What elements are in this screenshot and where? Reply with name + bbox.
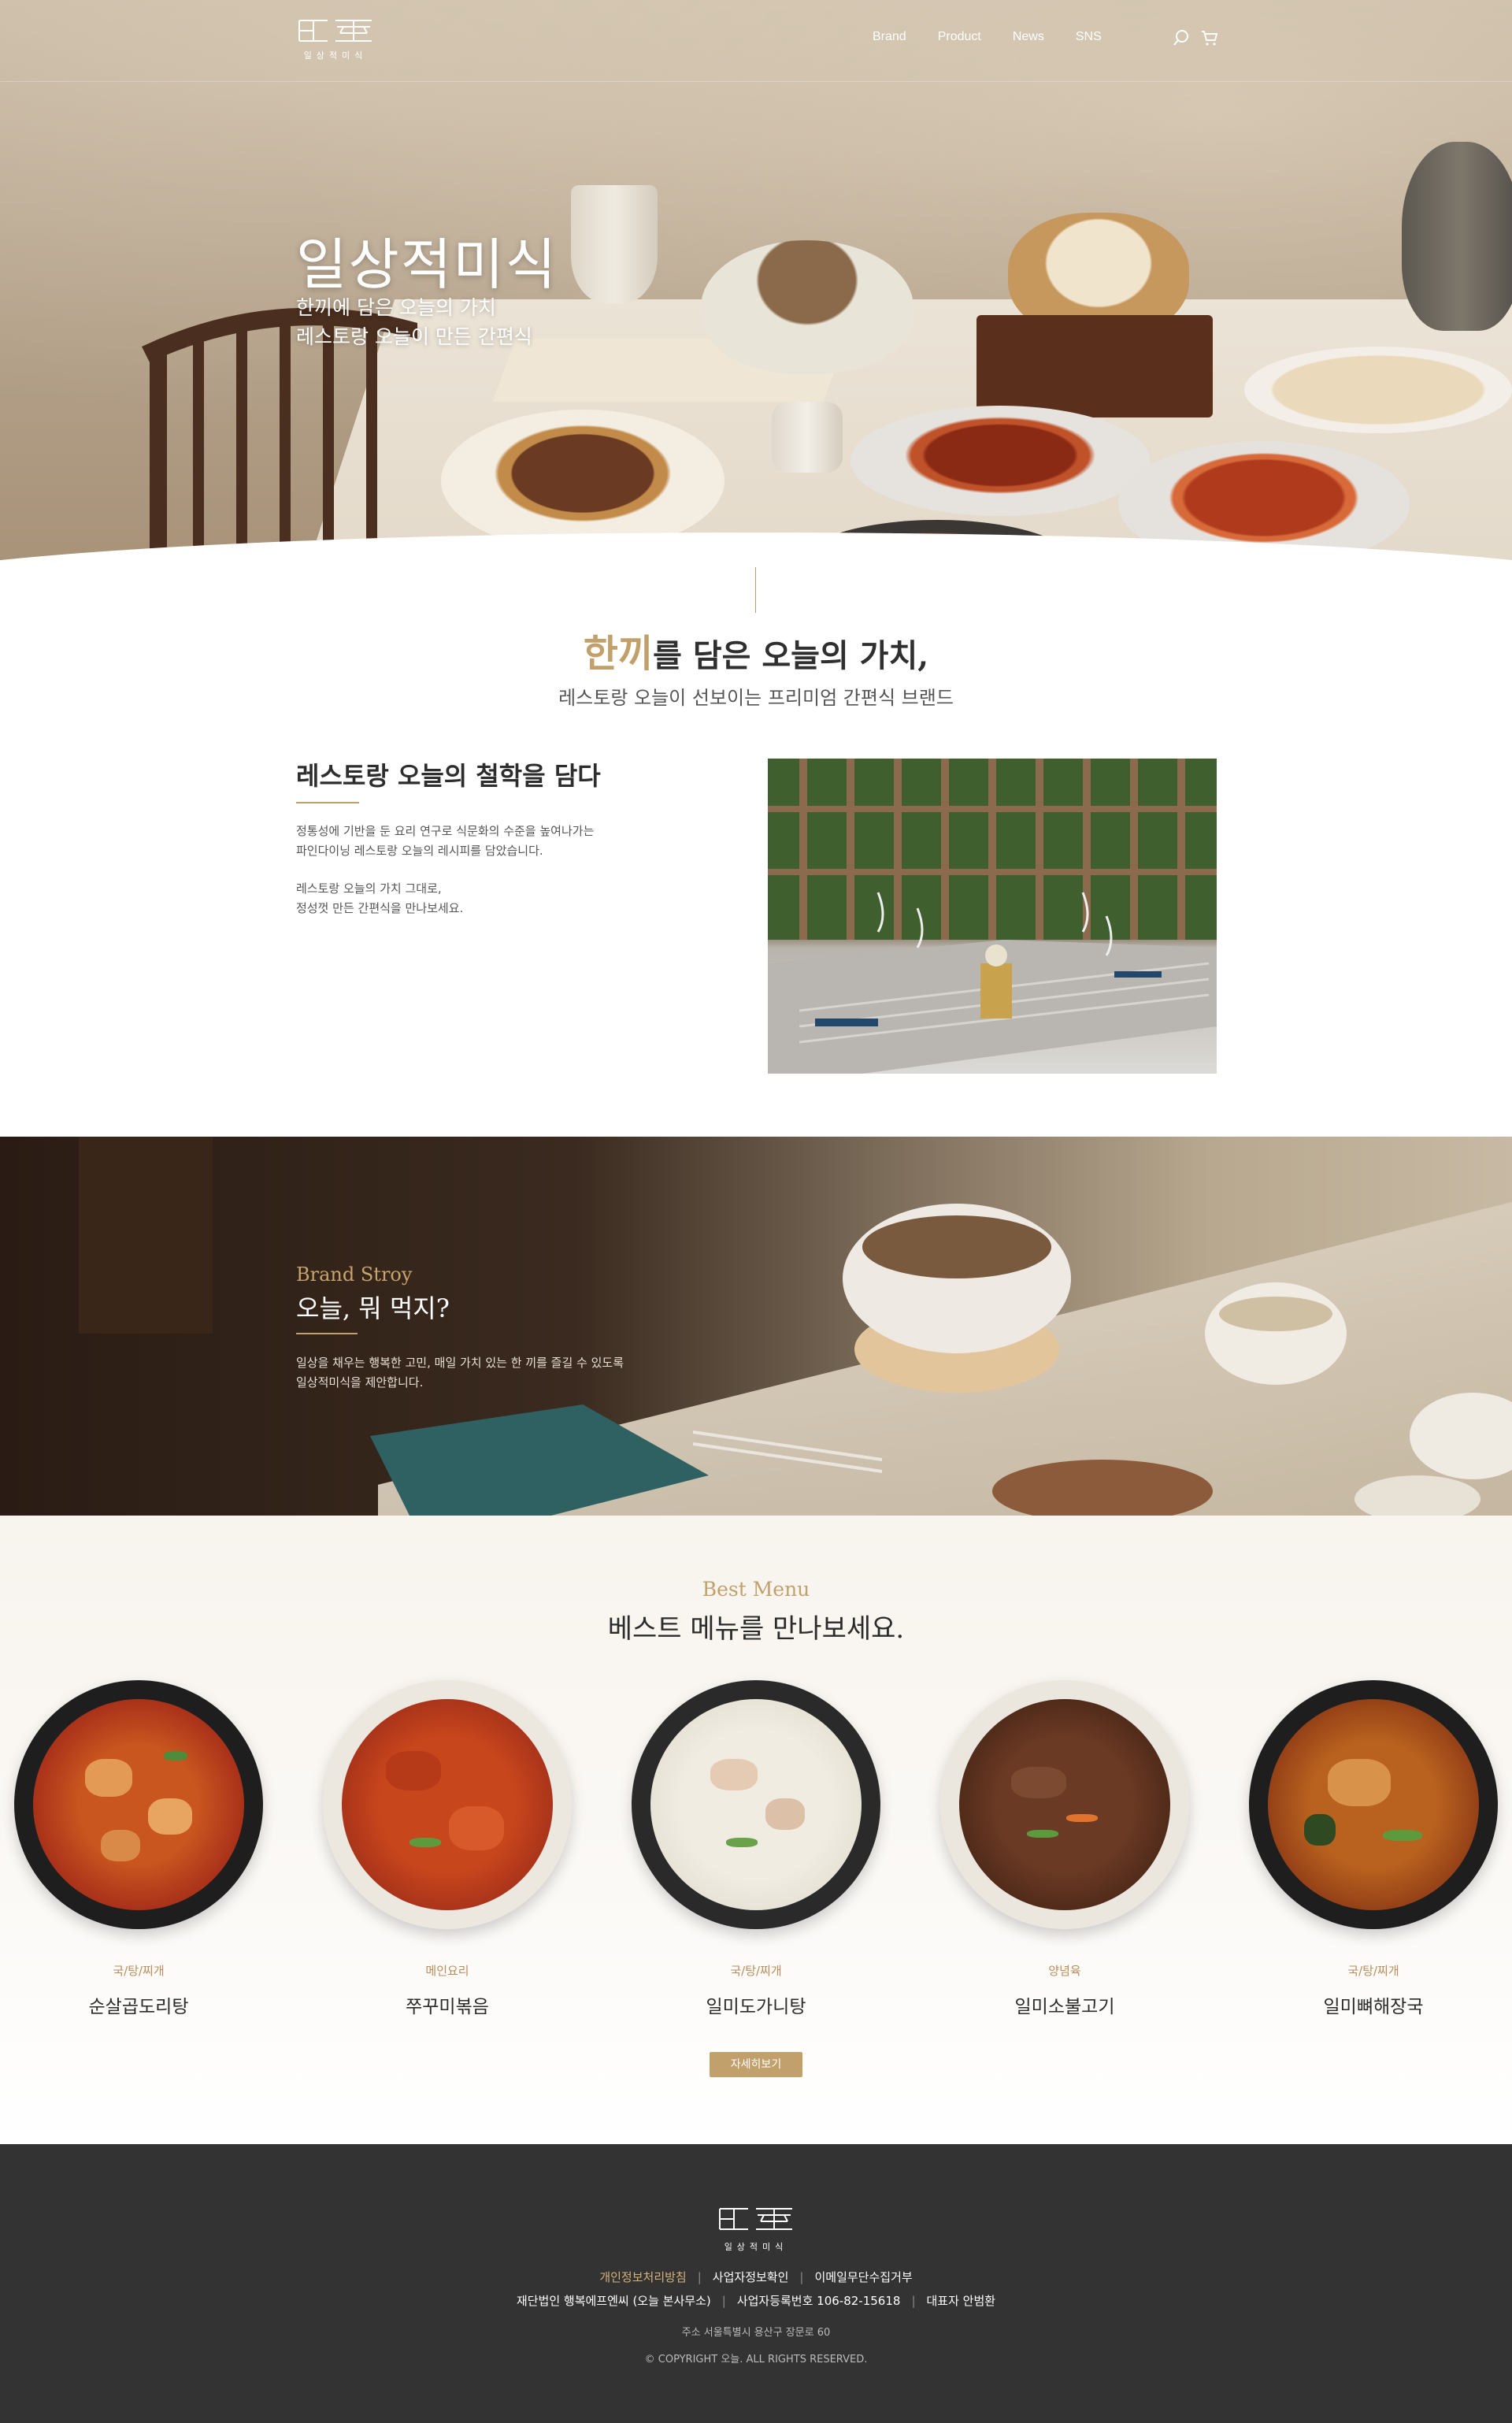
menu-card[interactable]: 국/탕/찌개 순살곱도리탕 xyxy=(9,1680,269,2018)
restaurant-photo-art xyxy=(768,759,1217,1074)
best-menu-title: 베스트 메뉴를 만나보세요. xyxy=(607,1613,905,1645)
dish-image xyxy=(940,1680,1189,1929)
logo-mark-icon xyxy=(719,2208,792,2230)
footer-links: 개인정보처리방침 | 사업자정보확인 | 이메일무단수집거부 xyxy=(0,2269,1512,2285)
menu-category: 국/탕/찌개 xyxy=(730,1964,782,1978)
menu-name: 일미뼈해장국 xyxy=(1323,1997,1424,2017)
philosophy-para1-line1: 정통성에 기반을 둔 요리 연구로 식문화의 수준을 높여나가는 xyxy=(296,824,595,838)
philosophy-title: 레스토랑 오늘의 철학을 담다 xyxy=(296,761,601,791)
story-art xyxy=(79,1137,1512,1516)
menu-card[interactable]: 양념육 일미소불고기 xyxy=(935,1680,1195,2018)
intro-subheading: 레스토랑 오늘이 선보이는 프리미엄 간편식 브랜드 xyxy=(558,687,954,709)
dish-image xyxy=(323,1680,572,1929)
search-icon[interactable] xyxy=(1172,28,1191,47)
intro-heading-rest: 를 담은 오늘의 가치, xyxy=(653,637,929,674)
business-info-link[interactable]: 사업자정보확인 xyxy=(713,2270,789,2284)
menu-name: 일미소불고기 xyxy=(1014,1997,1115,2017)
hero-subtitle-line1: 한끼에 담은 오늘의 가치 xyxy=(296,296,496,319)
philosophy-para1: 정통성에 기반을 둔 요리 연구로 식문화의 수준을 높여나가는 파인다이닝 레… xyxy=(296,822,594,861)
story-body: 일상을 채우는 행복한 고민, 매일 가치 있는 한 끼를 즐길 수 있도록 일… xyxy=(296,1353,624,1393)
story-body-line2: 일상적미식을 제안합니다. xyxy=(296,1375,424,1390)
wood-stand xyxy=(976,315,1213,417)
divider-line xyxy=(755,567,756,613)
vase-image xyxy=(1402,142,1512,331)
menu-name: 일미도가니탕 xyxy=(706,1997,806,2017)
menu-card[interactable]: 국/탕/찌개 일미뼈해장국 xyxy=(1243,1680,1503,2018)
philosophy-rule xyxy=(296,802,359,803)
menu-category: 국/탕/찌개 xyxy=(113,1964,165,1978)
footer-copyright: © COPYRIGHT 오늘. ALL RIGHTS RESERVED. xyxy=(644,2354,868,2365)
restaurant-photo xyxy=(768,759,1217,1074)
story-title: 오늘, 뭐 먹지? xyxy=(296,1293,450,1323)
philosophy-para2-line2: 정성껏 만든 간편식을 만나보세요. xyxy=(296,901,464,915)
separator: | xyxy=(911,2294,916,2308)
philosophy-para2: 레스토랑 오늘의 가치 그대로, 정성껏 만든 간편식을 만나보세요. xyxy=(296,879,463,918)
cart-icon[interactable] xyxy=(1200,28,1219,47)
menu-name: 순살곱도리탕 xyxy=(88,1997,189,2017)
galbijjim-plate-image xyxy=(441,410,724,551)
story-label: Brand Stroy xyxy=(296,1263,413,1286)
site-logo[interactable]: 일상적미식 xyxy=(296,17,375,66)
brand-story-banner xyxy=(0,1137,1512,1516)
separator: | xyxy=(697,2270,702,2284)
footer-company-info: 재단법인 행복에프엔씨 (오늘 본사무소) | 사업자등록번호 106-82-156… xyxy=(0,2292,1512,2309)
main-nav: Brand Product News SNS xyxy=(873,30,1133,44)
menu-category: 양념육 xyxy=(1048,1964,1081,1978)
nav-product[interactable]: Product xyxy=(938,30,981,44)
menu-category: 국/탕/찌개 xyxy=(1347,1964,1399,1978)
philosophy-para2-line1: 레스토랑 오늘의 가치 그대로, xyxy=(296,881,442,896)
dish-image xyxy=(14,1680,263,1929)
jar-image xyxy=(772,402,843,473)
menu-category: 메인요리 xyxy=(425,1964,469,1978)
nav-sns[interactable]: SNS xyxy=(1076,30,1102,44)
nav-brand[interactable]: Brand xyxy=(873,30,906,44)
hero-banner: 일상적미식 한끼에 담은 오늘의 가치 레스토랑 오늘이 만든 간편식 xyxy=(0,0,1512,567)
story-rule xyxy=(296,1333,358,1334)
site-header: 일상적미식 Brand Product News SNS xyxy=(0,0,1512,82)
privacy-policy-link[interactable]: 개인정보처리방침 xyxy=(599,2270,686,2284)
intro-heading: 한끼를 담은 오늘의 가치, xyxy=(0,622,1512,677)
hero-subtitle: 한끼에 담은 오늘의 가치 레스토랑 오늘이 만든 간편식 xyxy=(296,293,532,351)
business-number: 사업자등록번호 106-82-15618 xyxy=(736,2294,901,2308)
hero-title: 일상적미식 xyxy=(296,232,558,297)
company-name: 재단법인 행복에프엔씨 (오늘 본사무소) xyxy=(516,2294,711,2308)
ceo-name: 대표자 안범환 xyxy=(926,2294,996,2308)
hero-subtitle-line2: 레스토랑 오늘이 만든 간편식 xyxy=(296,325,532,348)
soup-bowl-image xyxy=(701,240,914,374)
logo-mark-icon xyxy=(298,20,372,42)
intro-heading-accent: 한끼 xyxy=(583,632,654,676)
best-menu-label: Best Menu xyxy=(702,1578,810,1601)
separator: | xyxy=(721,2294,726,2308)
story-body-line1: 일상을 채우는 행복한 고민, 매일 가치 있는 한 끼를 즐길 수 있도록 xyxy=(296,1356,624,1370)
dumpling-plate-image xyxy=(1244,347,1512,433)
cup-image xyxy=(571,185,658,303)
email-refusal-link[interactable]: 이메일무단수집거부 xyxy=(814,2270,912,2284)
dish-image xyxy=(632,1680,880,1929)
dish-image xyxy=(1249,1680,1498,1929)
philosophy-para1-line2: 파인다이닝 레스토랑 오늘의 레시피를 담았습니다. xyxy=(296,844,543,858)
separator: | xyxy=(799,2270,804,2284)
footer-logo[interactable]: 일상적미식 xyxy=(717,2206,795,2253)
logo-subtitle: 일상적미식 xyxy=(303,50,368,61)
more-button[interactable]: 자세히보기 xyxy=(710,2052,802,2077)
header-icons xyxy=(1172,28,1219,47)
menu-card[interactable]: 국/탕/찌개 일미도가니탕 xyxy=(626,1680,886,2018)
nav-news[interactable]: News xyxy=(1013,30,1044,44)
footer-logo-subtitle: 일상적미식 xyxy=(724,2242,788,2252)
menu-card[interactable]: 메인요리 쭈꾸미볶음 xyxy=(317,1680,577,2018)
octopus-plate-image xyxy=(850,406,1150,516)
footer-address: 주소 서울특별시 용산구 장문로 60 xyxy=(681,2327,831,2339)
menu-name: 쭈꾸미볶음 xyxy=(406,1997,489,2017)
